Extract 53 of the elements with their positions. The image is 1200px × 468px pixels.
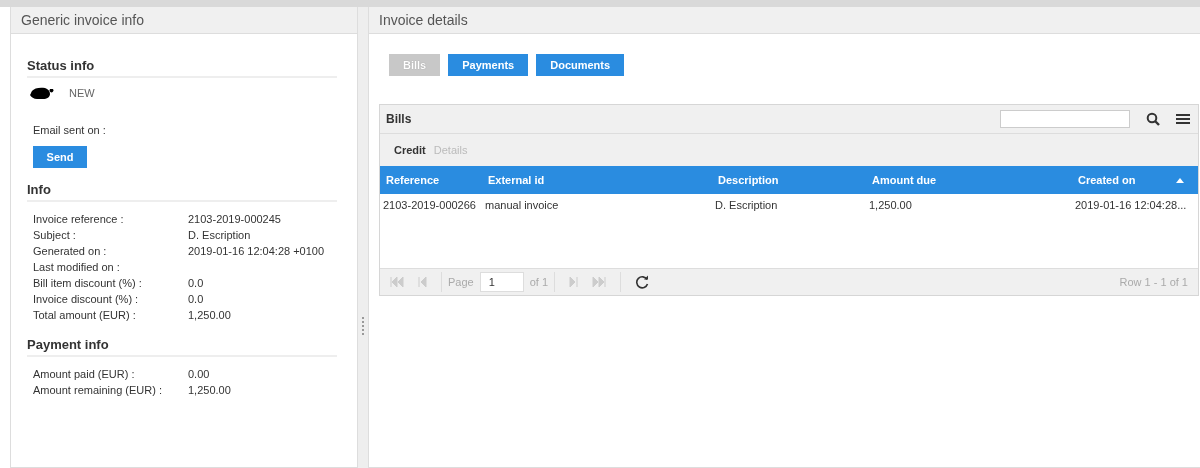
field-value: 2019-01-16 12:04:28 +0100 bbox=[188, 244, 326, 259]
field-value: 0.0 bbox=[188, 292, 205, 307]
field-value: 0.00 bbox=[188, 367, 211, 382]
column-header[interactable]: Amount due bbox=[866, 174, 1072, 186]
column-header[interactable]: Created on bbox=[1072, 174, 1198, 186]
section-heading: Info bbox=[27, 182, 337, 202]
sort-icon[interactable] bbox=[1176, 177, 1184, 183]
section-heading: Status info bbox=[27, 58, 337, 78]
tab-button[interactable]: Documents bbox=[536, 54, 625, 76]
section-heading: Payment info bbox=[27, 337, 337, 357]
table-cell-text: 2103-2019-000266 bbox=[382, 199, 477, 211]
column-header[interactable]: Reference bbox=[380, 174, 482, 186]
menu-icon[interactable] bbox=[1176, 113, 1190, 125]
field-label: Amount remaining (EUR) : bbox=[33, 383, 163, 398]
search-field[interactable] bbox=[1000, 110, 1130, 128]
send-button[interactable]: Send bbox=[33, 146, 87, 168]
panel-title: Invoice details bbox=[379, 12, 468, 28]
row-summary: Row 1 - 1 of 1 bbox=[1119, 276, 1188, 288]
field-label: Bill item discount (%) : bbox=[33, 276, 143, 291]
grid-tab[interactable]: Credit bbox=[394, 144, 426, 156]
field-value: D. Escription bbox=[188, 228, 252, 243]
field-value: 1,250.00 bbox=[188, 308, 232, 323]
column-header[interactable]: Description bbox=[712, 174, 866, 186]
table-cell-text: 1,250.00 bbox=[868, 199, 913, 211]
page-label: Page bbox=[448, 276, 474, 288]
field-label: Subject : bbox=[33, 228, 77, 243]
field-value: 2103-2019-000245 bbox=[188, 212, 282, 227]
field-label: Invoice reference : bbox=[33, 212, 125, 227]
next-page-icon[interactable] bbox=[569, 277, 579, 287]
splitter-handle[interactable] bbox=[358, 7, 368, 468]
email-label: Email sent on : bbox=[33, 124, 107, 136]
field-value: 0.0 bbox=[188, 276, 205, 291]
page-field[interactable]: 1 bbox=[479, 272, 524, 292]
first-page-icon[interactable] bbox=[390, 277, 404, 287]
last-page-icon[interactable] bbox=[592, 277, 607, 287]
page-count: of 1 bbox=[529, 276, 549, 288]
grid-title: Bills bbox=[386, 112, 413, 126]
panel-title: Generic invoice info bbox=[21, 12, 144, 28]
field-label: Generated on : bbox=[33, 244, 108, 259]
refresh-icon[interactable] bbox=[635, 275, 650, 289]
field-label: Total amount (EUR) : bbox=[33, 308, 137, 323]
table-cell-text: manual invoice bbox=[484, 199, 560, 211]
column-header[interactable]: External id bbox=[482, 174, 712, 186]
search-icon[interactable] bbox=[1146, 112, 1160, 126]
tab-button[interactable]: Payments bbox=[448, 54, 529, 76]
field-label: Amount paid (EUR) : bbox=[33, 367, 136, 382]
field-label: Last modified on : bbox=[33, 260, 121, 275]
table-cell-text: D. Escription bbox=[714, 199, 779, 211]
status-text: NEW bbox=[69, 87, 95, 99]
table-cell-text: 2019-01-16 12:04:28... bbox=[1074, 199, 1188, 211]
field-value: 1,250.00 bbox=[188, 383, 232, 398]
previous-page-icon[interactable] bbox=[418, 277, 427, 287]
field-label: Invoice discount (%) : bbox=[33, 292, 140, 307]
